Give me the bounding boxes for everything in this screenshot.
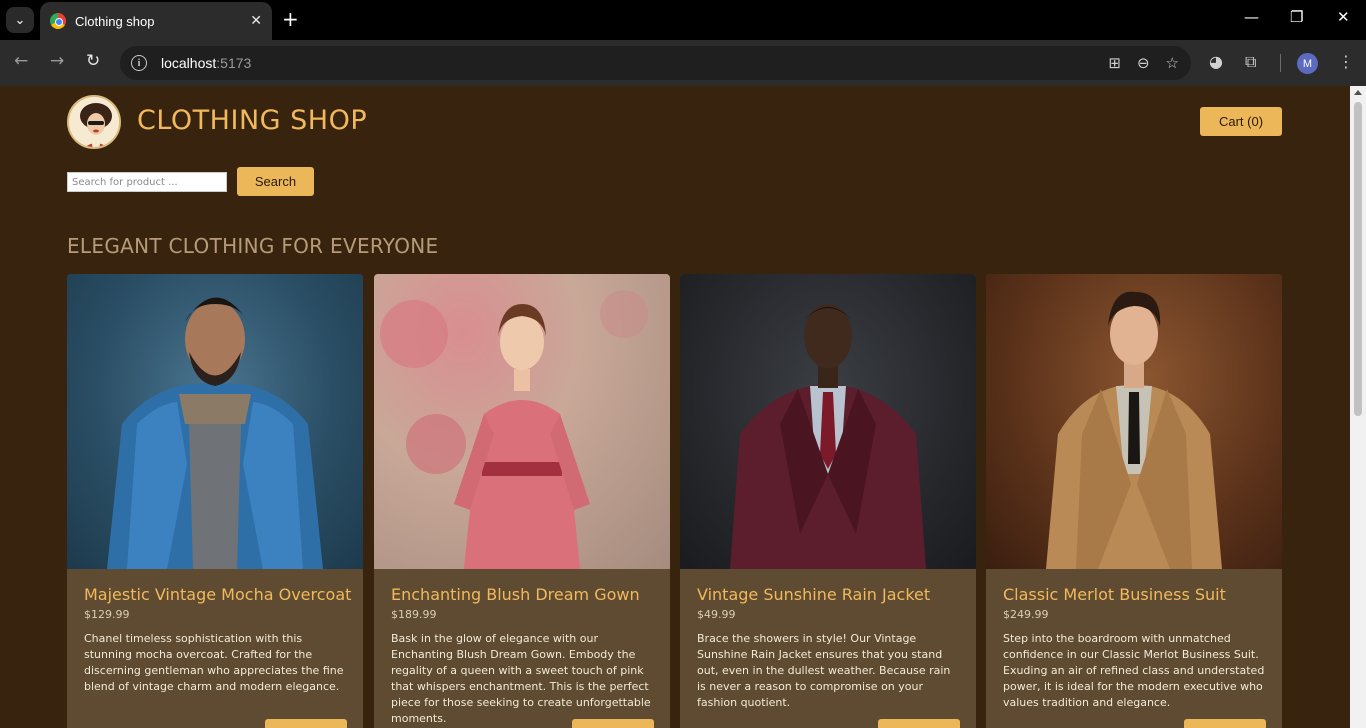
zoom-icon[interactable]: ⊖ bbox=[1137, 54, 1150, 72]
site-info-icon[interactable]: i bbox=[131, 55, 147, 71]
minimize-icon[interactable]: — bbox=[1244, 8, 1259, 26]
search-button[interactable]: Search bbox=[237, 167, 314, 196]
product-image[interactable] bbox=[67, 274, 363, 569]
tab-search-chevron-icon[interactable]: ⌄ bbox=[6, 7, 34, 33]
page: CLOTHING SHOP Cart (0) Search ELEGANT CL… bbox=[0, 86, 1350, 728]
section-title: ELEGANT CLOTHING FOR EVERYONE bbox=[67, 234, 439, 258]
browser-tab[interactable]: Clothing shop ✕ bbox=[40, 2, 272, 40]
translate-icon[interactable]: ⊞ bbox=[1108, 54, 1121, 72]
scroll-up-arrow-icon[interactable] bbox=[1354, 90, 1362, 95]
reload-icon[interactable]: ↻ bbox=[86, 51, 100, 71]
menu-kebab-icon[interactable]: ⋮ bbox=[1338, 52, 1354, 71]
extensions-puzzle-icon[interactable]: ⧉ bbox=[1245, 52, 1256, 72]
bookmark-star-icon[interactable]: ☆ bbox=[1166, 54, 1179, 72]
product-price: $249.99 bbox=[1003, 608, 1049, 621]
restore-icon[interactable]: ❐ bbox=[1290, 8, 1303, 26]
product-price: $49.99 bbox=[697, 608, 736, 621]
product-card: Classic Merlot Business Suit $249.99 Ste… bbox=[986, 274, 1282, 728]
extension-color-icon[interactable]: ◕ bbox=[1209, 52, 1223, 71]
product-description: Chanel timeless sophistication with this… bbox=[84, 632, 344, 693]
add-to-cart-button[interactable] bbox=[1184, 719, 1266, 728]
tab-title: Clothing shop bbox=[75, 13, 155, 29]
product-price: $189.99 bbox=[391, 608, 437, 621]
product-card: Majestic Vintage Mocha Overcoat $129.99 … bbox=[67, 274, 363, 728]
product-card: Vintage Sunshine Rain Jacket $49.99 Brac… bbox=[680, 274, 976, 728]
add-to-cart-button[interactable] bbox=[265, 719, 347, 728]
url-text: localhost:5173 bbox=[161, 55, 252, 71]
shop-logo bbox=[67, 95, 121, 149]
add-to-cart-button[interactable] bbox=[878, 719, 960, 728]
cart-button[interactable]: Cart (0) bbox=[1200, 107, 1282, 136]
product-image[interactable] bbox=[374, 274, 670, 569]
product-title[interactable]: Classic Merlot Business Suit bbox=[1003, 585, 1266, 604]
vertical-scrollbar[interactable] bbox=[1350, 86, 1366, 728]
product-title[interactable]: Enchanting Blush Dream Gown bbox=[391, 585, 654, 604]
product-image[interactable] bbox=[680, 274, 976, 569]
product-price: $129.99 bbox=[84, 608, 130, 621]
chrome-favicon-icon bbox=[50, 13, 66, 29]
search-input[interactable] bbox=[67, 172, 227, 192]
product-title[interactable]: Majestic Vintage Mocha Overcoat bbox=[84, 585, 351, 604]
product-title[interactable]: Vintage Sunshine Rain Jacket bbox=[697, 585, 960, 604]
back-arrow-icon[interactable]: ← bbox=[14, 51, 28, 71]
product-card: Enchanting Blush Dream Gown $189.99 Bask… bbox=[374, 274, 670, 728]
product-description: Bask in the glow of elegance with our En… bbox=[391, 632, 651, 725]
toolbar-divider bbox=[1280, 54, 1281, 72]
tab-close-icon[interactable]: ✕ bbox=[250, 13, 262, 29]
product-description: Step into the boardroom with unmatched c… bbox=[1003, 632, 1265, 709]
profile-avatar[interactable]: M bbox=[1297, 53, 1318, 74]
scrollbar-thumb[interactable] bbox=[1354, 102, 1362, 416]
address-bar[interactable]: i localhost:5173 ⊞ ⊖ ☆ bbox=[120, 46, 1191, 80]
browser-toolbar: ← → ↻ i localhost:5173 ⊞ ⊖ ☆ ◕ ⧉ ⋮ bbox=[0, 40, 1366, 86]
forward-arrow-icon[interactable]: → bbox=[50, 51, 64, 71]
browser-tab-bar: ⌄ Clothing shop ✕ + — ❐ ✕ bbox=[0, 0, 1366, 40]
window-close-icon[interactable]: ✕ bbox=[1337, 8, 1350, 26]
brand-title: CLOTHING SHOP bbox=[137, 105, 368, 136]
add-to-cart-button[interactable] bbox=[572, 719, 654, 728]
product-description: Brace the showers in style! Our Vintage … bbox=[697, 632, 951, 709]
product-image[interactable] bbox=[986, 274, 1282, 569]
new-tab-plus-icon[interactable]: + bbox=[282, 8, 299, 30]
